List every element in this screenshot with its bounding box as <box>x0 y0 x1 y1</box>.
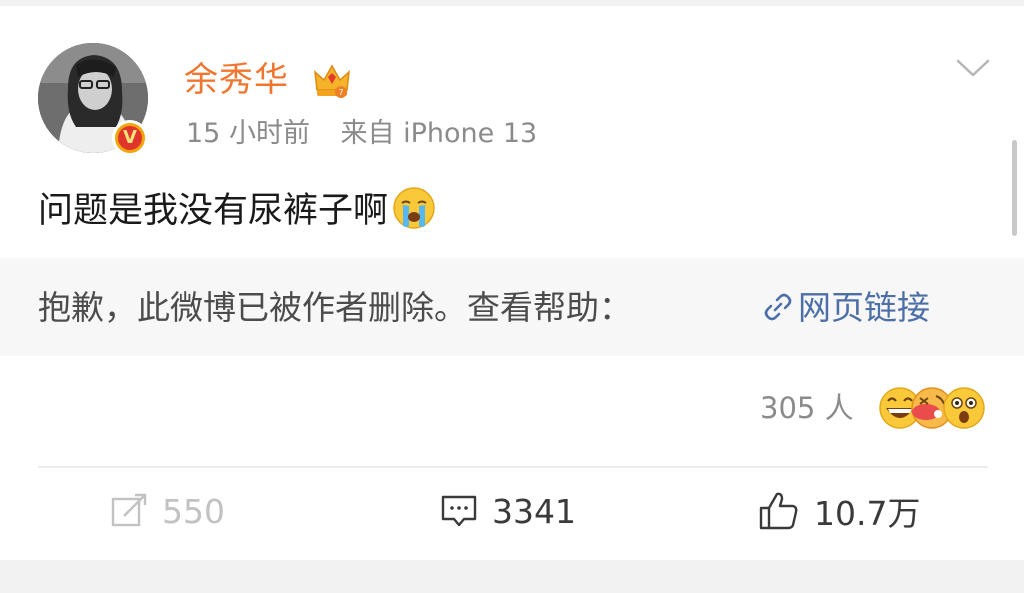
link-icon <box>764 293 792 321</box>
web-link-label: 网页链接 <box>798 288 930 327</box>
verified-badge-letter: V <box>118 126 142 150</box>
chevron-down-icon[interactable] <box>955 56 991 80</box>
surprised-emoji-icon <box>943 387 985 429</box>
scrollbar[interactable] <box>1012 140 1017 236</box>
weibo-post-card: V 余秀华 7 15 小时前 来自 iPhone 13 问题是我没有尿裤子啊 抱… <box>0 0 1024 593</box>
repost-icon <box>111 493 147 527</box>
comment-count: 3341 <box>492 491 576 531</box>
deleted-notice-text: 抱歉，此微博已被作者删除。查看帮助： <box>38 288 632 327</box>
divider <box>38 466 988 468</box>
post-meta: 15 小时前 来自 iPhone 13 <box>186 116 537 152</box>
repost-button[interactable]: 550 <box>110 488 225 534</box>
crown-icon: 7 <box>314 64 350 98</box>
repost-count: 550 <box>162 491 225 531</box>
post-time: 15 小时前 <box>186 118 310 149</box>
comment-icon <box>441 495 477 527</box>
bottom-separator <box>0 560 1024 593</box>
post-text: 问题是我没有尿裤子啊 <box>38 186 436 236</box>
reactions-count[interactable]: 305 人 <box>760 388 854 428</box>
post-body: 问题是我没有尿裤子啊 <box>38 191 389 231</box>
post-source: 来自 iPhone 13 <box>340 118 538 149</box>
web-link[interactable]: 网页链接 <box>762 286 930 330</box>
verified-badge: V <box>112 120 148 156</box>
username[interactable]: 余秀华 <box>184 58 289 102</box>
crying-emoji-icon <box>393 187 435 229</box>
reaction-emojis[interactable] <box>876 384 988 432</box>
comment-button[interactable]: 3341 <box>440 488 576 534</box>
top-separator <box>0 0 1024 6</box>
svg-text:7: 7 <box>338 88 343 97</box>
like-count: 10.7万 <box>814 494 921 533</box>
like-button[interactable]: 10.7万 <box>758 488 920 534</box>
thumbs-up-icon <box>759 492 798 530</box>
